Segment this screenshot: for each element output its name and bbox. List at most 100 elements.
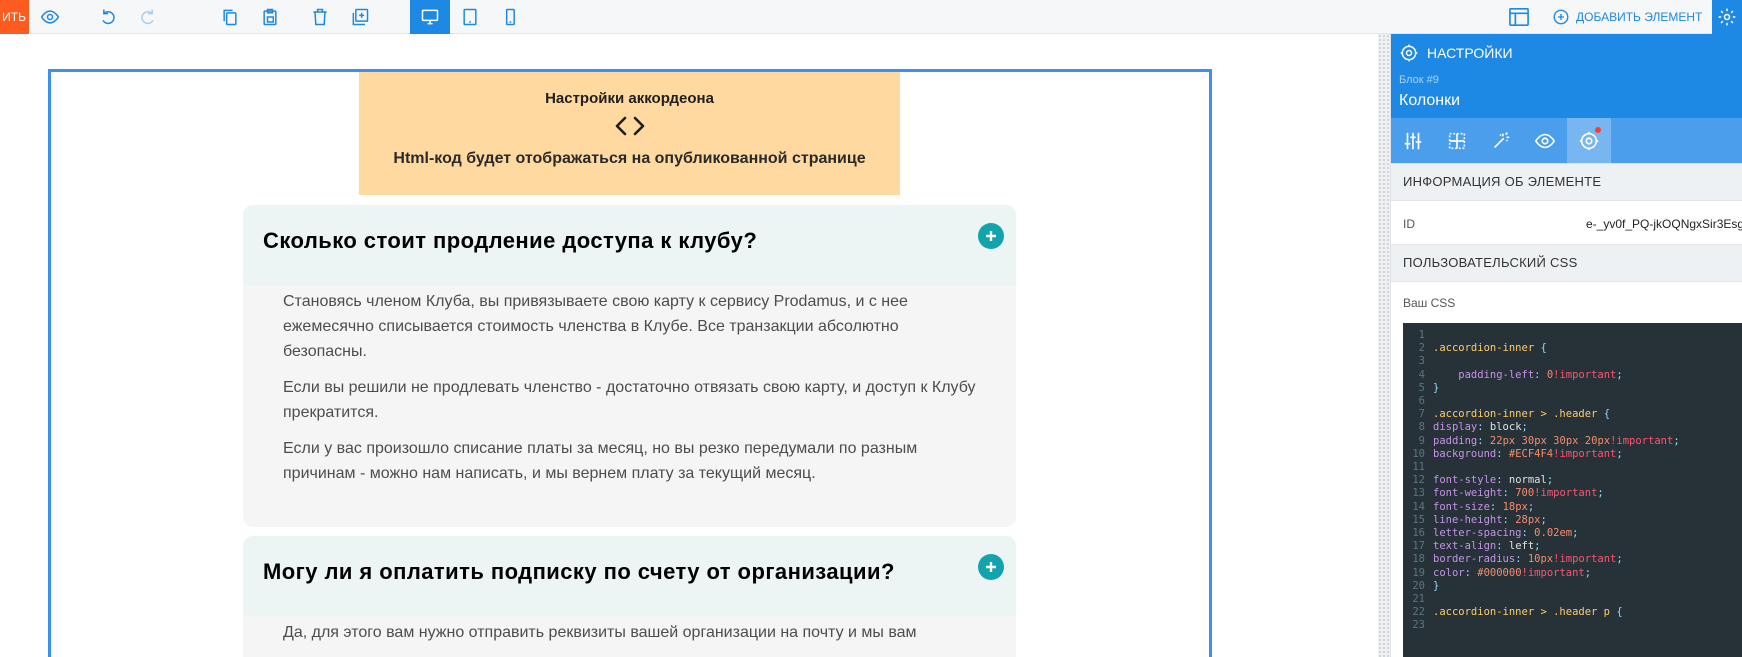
accordion-item[interactable]: Могу ли я оплатить подписку по счету от … [243,536,1016,657]
desktop-view-button[interactable] [410,0,450,34]
editor-app: ИТЬ ДОБАВИТЬ ЭЛЕМЕНТ Настройки аккордеон… [0,0,1742,657]
code-line: background: #ECF4F4!important; [1433,447,1623,460]
section-element-info[interactable]: ИНФОРМАЦИЯ ОБ ЭЛЕМЕНТЕ [1391,163,1742,201]
code-line: font-style: normal; [1433,474,1554,487]
gear-icon [1718,8,1736,26]
element-id-row: ID e-_yv0f_PQ-jkOQNgxSir3Esg [1391,203,1742,244]
code-line-number: 14 [1412,500,1425,513]
code-line: padding-left: 0!important; [1433,368,1623,381]
panel-title: НАСТРОЙКИ [1399,43,1513,63]
code-line-number: 6 [1418,395,1425,407]
code-line: .accordion-inner > .header p { [1433,606,1623,619]
css-label: Ваш CSS [1403,296,1456,310]
accordion-header[interactable]: Могу ли я оплатить подписку по счету от … [243,536,1016,616]
accordion-header[interactable]: Сколько стоит продление доступа к клубу? [243,205,1016,285]
css-code-editor[interactable]: 1 2 .accordion-inner { 3 4 padding-left: 0!i… [1403,323,1742,657]
tab-visibility[interactable] [1523,118,1567,163]
tab-layout[interactable] [1435,118,1479,163]
copy-icon [223,9,237,26]
undo-icon [102,9,115,25]
panel-resize-handle[interactable] [1378,34,1390,657]
mobile-view-button[interactable] [490,0,530,34]
code-line-number: 10 [1412,447,1425,460]
code-line-number: 7 [1418,408,1425,421]
page-layout-icon[interactable] [1508,7,1530,27]
code-line: text-align: left; [1433,540,1541,553]
code-line-number: 16 [1412,527,1425,539]
top-toolbar: ИТЬ ДОБАВИТЬ ЭЛЕМЕНТ [0,0,1742,34]
code-line: border-radius: 10px!important; [1433,553,1623,566]
add-block-icon [352,8,369,26]
section-custom-css[interactable]: ПОЛЬЗОВАТЕЛЬСКИЙ CSS [1391,244,1742,282]
accordion-expand-button[interactable] [978,554,1004,580]
add-block-button[interactable] [340,0,380,34]
accordion-paragraph: Становясь членом Клуба, вы привязываете … [283,293,908,360]
id-value[interactable]: e-_yv0f_PQ-jkOQNgxSir3Esg [1586,217,1742,231]
accordion-question: Могу ли я оплатить подписку по счету от … [263,559,895,584]
eye-icon [1534,133,1556,148]
panel-header: НАСТРОЙКИ Блок #9 Колонки [1391,34,1742,118]
code-line: font-weight: 700!important; [1433,487,1604,500]
desktop-icon [421,9,439,25]
notification-dot [1595,127,1601,133]
notice-description: Html-код будет отображаться на опубликов… [393,150,866,167]
html-code-notice[interactable]: Настройки аккордеона Html-код будет отоб… [359,72,900,195]
trash-icon [313,8,327,26]
block-name: Колонки [1399,92,1461,109]
panel-title-text: НАСТРОЙКИ [1427,45,1513,61]
settings-toggle-button[interactable] [1712,0,1742,34]
layout-grid-icon [1448,132,1466,149]
add-element-button[interactable]: ДОБАВИТЬ ЭЛЕМЕНТ [1552,0,1702,34]
delete-button[interactable] [300,0,340,34]
paste-button[interactable] [250,0,290,34]
publish-button[interactable]: ИТЬ [0,0,29,34]
accordion-paragraph: Если вы решили не продлевать членство - … [283,379,976,421]
mobile-icon [505,8,515,26]
accordion-body: Да, для этого вам нужно отправить реквиз… [243,616,1016,657]
code-line-number: 17 [1412,540,1425,553]
code-line: padding: 22px 30px 30px 20px!important; [1433,434,1680,447]
code-brackets-icon [615,116,644,136]
code-line-number: 12 [1412,474,1425,487]
code-line: } [1433,381,1440,394]
plus-circle-icon [1553,9,1569,25]
gear-icon [1400,44,1418,62]
eye-icon [40,10,60,24]
tablet-icon [463,8,477,26]
notice-title: Настройки аккордеона [545,90,714,107]
tab-advanced[interactable] [1567,118,1611,163]
code-line-number: 3 [1418,355,1425,368]
plus-icon [986,562,996,572]
code-line-number: 15 [1412,513,1425,526]
code-line-number: 8 [1418,421,1425,434]
accordion-question: Сколько стоит продление доступа к клубу? [263,228,758,253]
copy-button[interactable] [210,0,250,34]
accordion-expand-button[interactable] [978,223,1004,249]
accordion-item[interactable]: Сколько стоит продление доступа к клубу?… [243,205,1016,527]
code-line: line-height: 28px; [1433,513,1547,526]
code-line-number: 18 [1412,553,1425,566]
code-line-number: 23 [1412,619,1425,632]
code-line-number: 22 [1412,606,1425,619]
page-canvas: Настройки аккордеона Html-код будет отоб… [0,34,1378,657]
preview-button[interactable] [30,0,70,34]
code-line-number: 13 [1412,487,1425,500]
code-line-number: 2 [1418,342,1425,355]
code-line-number: 11 [1412,461,1425,473]
code-line-number: 9 [1418,434,1425,447]
undo-button[interactable] [88,0,128,34]
tablet-view-button[interactable] [450,0,490,34]
redo-button[interactable] [128,0,168,34]
add-element-label: ДОБАВИТЬ ЭЛЕМЕНТ [1576,10,1703,24]
paste-icon [263,8,277,26]
code-line: .accordion-inner { [1433,342,1547,355]
code-line-number: 4 [1418,368,1425,381]
code-line-number: 1 [1418,329,1425,341]
settings-panel: НАСТРОЙКИ Блок #9 Колонки ИНФОРМАЦИЯ ОБ … [1390,34,1742,657]
tab-settings-sliders[interactable] [1391,118,1435,163]
redo-icon [141,9,154,25]
code-line: font-size: 18px; [1433,500,1535,513]
panel-tabs [1391,118,1742,163]
tab-effects[interactable] [1479,118,1523,163]
code-line: .accordion-inner > .header { [1433,408,1611,421]
